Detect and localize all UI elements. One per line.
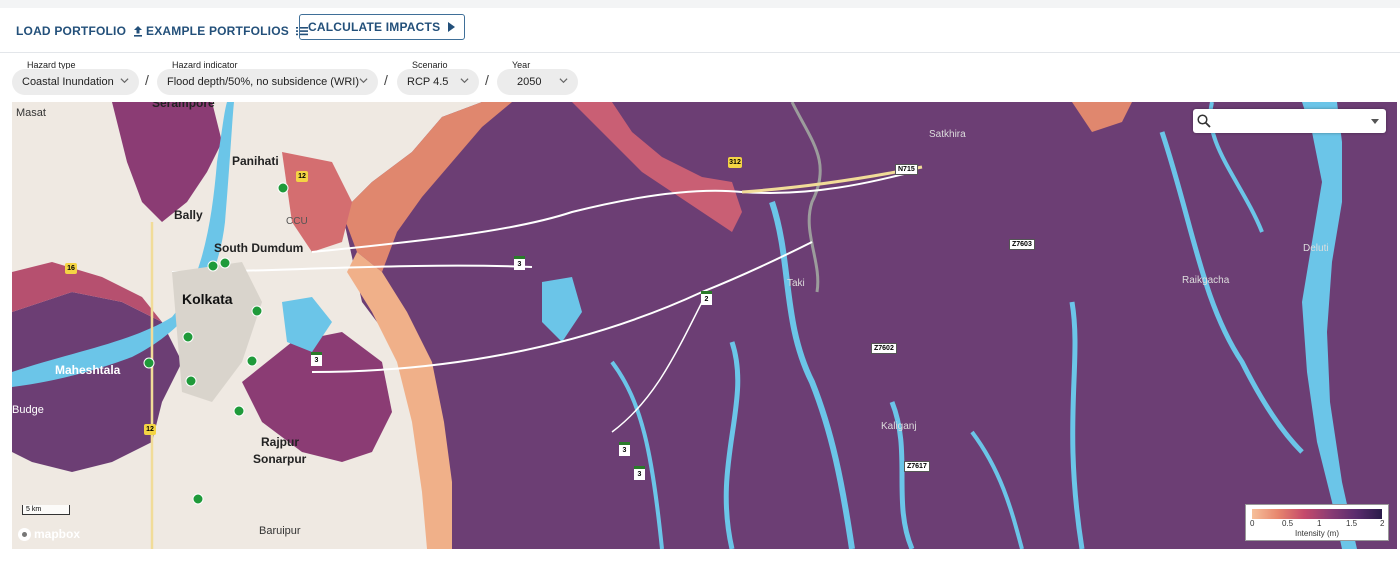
example-portfolios-button[interactable]: EXAMPLE PORTFOLIOS — [146, 18, 308, 44]
asset-marker — [251, 305, 263, 317]
place-label: Kolkata — [182, 291, 233, 307]
asset-marker — [182, 331, 194, 343]
place-label: Sonarpur — [253, 452, 307, 466]
route-shield: 16 — [65, 263, 77, 274]
top-strip — [0, 0, 1400, 8]
mapbox-wordmark: mapbox — [34, 527, 81, 541]
legend-title: Intensity (m) — [1294, 529, 1339, 538]
load-portfolio-button[interactable]: LOAD PORTFOLIO — [16, 18, 143, 44]
scenario-select[interactable]: RCP 4.5 — [397, 69, 479, 95]
route-shield: 3 — [634, 466, 645, 480]
hazard-type-value: Coastal Inundation — [22, 76, 114, 88]
chevron-down-icon — [559, 78, 568, 84]
mapbox-logo-icon — [18, 527, 31, 541]
example-portfolios-label: EXAMPLE PORTFOLIOS — [146, 24, 289, 38]
filter-separator: / — [145, 72, 149, 88]
route-shield: 2 — [701, 291, 712, 305]
filter-bar: Hazard type Coastal Inundation / Hazard … — [0, 56, 1400, 100]
route-label: Z7603 — [1009, 239, 1035, 250]
filter-separator: / — [384, 72, 388, 88]
legend-tick: 0 — [1250, 519, 1255, 528]
place-label: Maheshtala — [55, 363, 121, 377]
asset-marker — [277, 182, 289, 194]
map-legend: 0 0.5 1 1.5 2 Intensity (m) — [1245, 504, 1389, 541]
asset-marker — [192, 493, 204, 505]
search-icon — [1197, 114, 1211, 128]
calculate-impacts-button[interactable]: CALCULATE IMPACTS — [299, 14, 466, 40]
dropdown-arrow-icon[interactable] — [1371, 119, 1379, 125]
filter-separator: / — [485, 72, 489, 88]
chevron-down-icon — [359, 78, 368, 84]
hazard-type-select[interactable]: Coastal Inundation — [12, 69, 139, 95]
place-label: Masat — [16, 107, 46, 119]
place-label: South Dumdum — [214, 241, 304, 255]
play-icon — [448, 22, 456, 32]
asset-marker — [143, 357, 155, 369]
year-select[interactable]: 2050 — [497, 69, 578, 95]
place-label: Baruipur — [259, 525, 301, 537]
year-value: 2050 — [517, 76, 542, 88]
place-label: Budge — [12, 404, 44, 416]
asset-marker — [207, 260, 219, 272]
route-shield: 3 — [311, 352, 322, 366]
asset-marker — [219, 257, 231, 269]
legend-tick: 2 — [1380, 519, 1385, 528]
place-label: Satkhira — [929, 129, 966, 140]
scale-bar: 5 km — [22, 505, 70, 515]
calculate-impacts-label: CALCULATE IMPACTS — [308, 20, 441, 34]
flood-zone-deep — [342, 102, 1397, 549]
hazard-indicator-value: Flood depth/50%, no subsidence (WRI) — [167, 76, 359, 88]
upload-icon — [134, 25, 143, 37]
legend-color-bar — [1252, 509, 1382, 519]
route-shield: 12 — [144, 424, 156, 435]
place-label: Raikgacha — [1182, 275, 1230, 286]
place-label: Panihati — [232, 154, 279, 168]
asset-marker — [185, 375, 197, 387]
legend-tick: 1.5 — [1346, 519, 1358, 528]
legend-tick: 0.5 — [1282, 519, 1294, 528]
chevron-down-icon — [120, 78, 129, 84]
route-label: Z7602 — [871, 343, 897, 354]
map-search-box[interactable] — [1193, 109, 1386, 133]
route-shield: 312 — [728, 157, 742, 168]
place-label: Rajpur — [261, 435, 300, 449]
route-shield: 3 — [619, 442, 630, 456]
place-label: Taki — [787, 278, 805, 289]
place-label: Serampore — [152, 102, 215, 110]
route-shield: 3 — [514, 256, 525, 270]
place-label: Bally — [174, 208, 203, 222]
legend-tick: 1 — [1317, 519, 1322, 528]
hazard-indicator-select[interactable]: Flood depth/50%, no subsidence (WRI) — [157, 69, 378, 95]
route-shield: 12 — [296, 171, 308, 182]
load-portfolio-label: LOAD PORTFOLIO — [16, 24, 127, 38]
route-label: Z7617 — [904, 461, 930, 472]
map-canvas[interactable] — [12, 102, 1397, 549]
chevron-down-icon — [460, 78, 469, 84]
toolbar: LOAD PORTFOLIO EXAMPLE PORTFOLIOS CALCUL… — [0, 8, 1400, 53]
place-label: Deluti — [1303, 243, 1329, 254]
place-label: CCU — [286, 216, 308, 227]
asset-marker — [233, 405, 245, 417]
route-label: N715 — [895, 164, 918, 175]
map-view[interactable]: Masat Serampore Panihati Bally CCU South… — [12, 102, 1397, 549]
place-label: Kaliganj — [881, 421, 917, 432]
bottom-margin — [0, 553, 1400, 561]
scenario-value: RCP 4.5 — [407, 76, 449, 88]
asset-marker — [246, 355, 258, 367]
mapbox-attribution[interactable]: mapbox — [18, 527, 80, 541]
